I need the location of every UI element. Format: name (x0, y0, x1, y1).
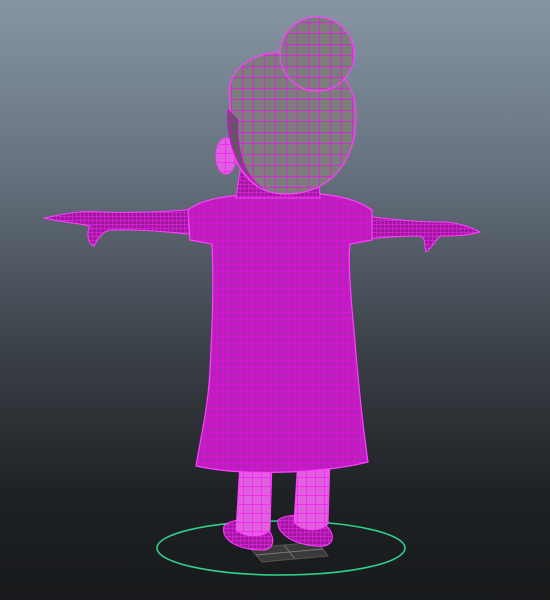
3d-viewport[interactable] (0, 0, 550, 600)
left-leg[interactable] (235, 461, 273, 537)
character-mesh[interactable] (43, 16, 482, 551)
dress[interactable] (187, 193, 373, 474)
left-arm[interactable] (43, 207, 207, 247)
scene-canvas[interactable] (0, 0, 550, 600)
hair-bun[interactable] (279, 16, 355, 92)
